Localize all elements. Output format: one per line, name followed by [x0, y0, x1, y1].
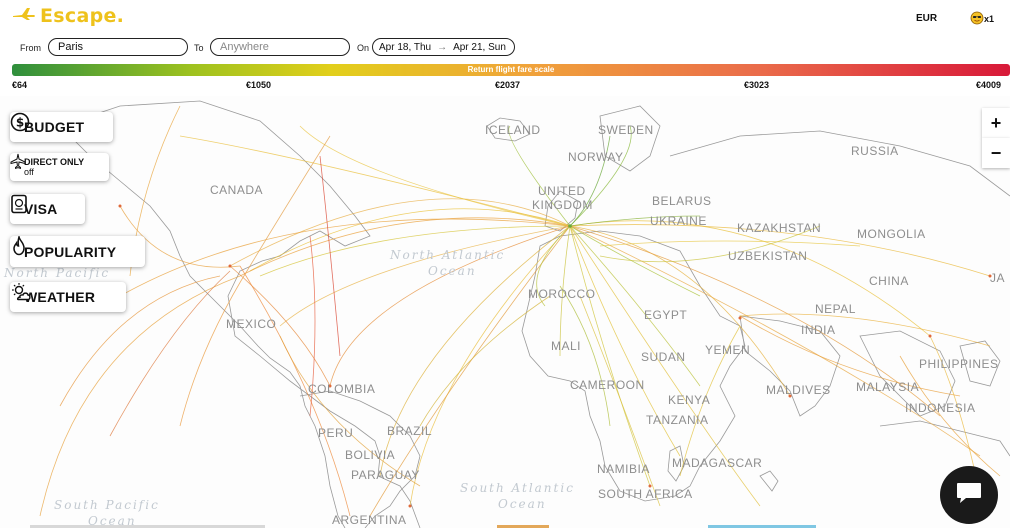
map-label-cameroon: CAMEROON — [570, 378, 645, 392]
map-label-mexico: MEXICO — [226, 317, 277, 331]
direct-only-title: DIRECT ONLY — [24, 157, 85, 167]
map-label-iceland: ICELAND — [485, 123, 541, 137]
map-label-morocco: MOROCCO — [528, 287, 596, 301]
map-label-nepal: NEPAL — [815, 302, 856, 316]
date-start: Apr 18, Thu — [379, 41, 432, 53]
map-label-japan: JA — [990, 271, 1006, 285]
map-label-paraguay: PARAGUAY — [351, 468, 420, 482]
ocean-label-south-pacific: South Pacific — [54, 498, 160, 512]
map-label-ukraine: UKRAINE — [650, 214, 707, 228]
ocean-label-north-atlantic: North Atlantic — [390, 248, 506, 262]
ocean-label-north-pacific: North Pacific — [4, 266, 111, 280]
ocean-label-north-atlantic-ocean: Ocean — [428, 264, 477, 278]
traveller-emoji-icon — [970, 11, 984, 27]
world-map[interactable]: ICELAND SWEDEN NORWAY RUSSIA CANADA UNIT… — [0, 96, 1010, 528]
travellers-selector[interactable]: x1 — [970, 11, 994, 27]
svg-text:$: $ — [16, 116, 24, 130]
map-label-mongolia: MONGOLIA — [857, 227, 926, 241]
chat-bubble-icon — [954, 479, 984, 512]
popularity-label: POPULARITY — [24, 243, 117, 260]
map-label-india: INDIA — [801, 323, 836, 337]
to-label: To — [194, 43, 204, 53]
chat-button[interactable] — [940, 466, 998, 524]
fare-tick: €1050 — [246, 80, 272, 90]
map-label-mali: MALI — [551, 339, 582, 353]
map-label-egypt: EGYPT — [644, 308, 688, 322]
map-label-brazil: BRAZIL — [387, 424, 433, 438]
logo[interactable]: Escape. — [12, 5, 124, 27]
from-label: From — [20, 43, 41, 53]
fare-tick: €64 — [12, 80, 28, 90]
direct-only-toggle[interactable]: DIRECT ONLY off — [10, 153, 109, 181]
map-label-malaysia: MALAYSIA — [856, 380, 920, 394]
map-label-madagascar: MADAGASCAR — [672, 456, 763, 470]
budget-filter-button[interactable]: $ BUDGET — [10, 112, 113, 142]
zoom-in-button[interactable]: + — [982, 108, 1010, 138]
map-canvas — [39, 100, 1010, 528]
weather-filter-button[interactable]: WEATHER — [10, 282, 126, 312]
map-label-south-africa: SOUTH AFRICA — [598, 487, 693, 501]
currency-selector[interactable]: EUR — [916, 13, 937, 24]
fare-scale-bar: Return flight fare scale — [12, 64, 1010, 76]
map-label-kenya: KENYA — [668, 393, 711, 407]
map-label-kazakhstan: KAZAKHSTAN — [737, 221, 822, 235]
map-label-indonesia: INDONESIA — [905, 401, 976, 415]
map-label-colombia: COLOMBIA — [308, 382, 376, 396]
map-label-belarus: BELARUS — [652, 194, 712, 208]
map-label-uzbekistan: UZBEKISTAN — [728, 249, 808, 263]
map-label-argentina: ARGENTINA — [332, 513, 407, 527]
map-label-china: CHINA — [869, 274, 909, 288]
map-label-bolivia: BOLIVIA — [345, 448, 396, 462]
to-field[interactable]: Anywhere — [210, 38, 350, 56]
map-label-philippines: PHILIPPINES — [919, 357, 999, 371]
fare-tick: €3023 — [744, 80, 770, 90]
arrow-right-icon: → — [437, 41, 448, 53]
map-label-united: UNITED — [538, 184, 586, 198]
fare-tick: €2037 — [495, 80, 521, 90]
travellers-count: x1 — [984, 14, 995, 24]
direct-only-label: DIRECT ONLY off — [24, 157, 84, 177]
map-label-norway: NORWAY — [568, 150, 624, 164]
on-label: On — [357, 43, 370, 53]
map-label-sweden: SWEDEN — [598, 123, 654, 137]
budget-label: BUDGET — [24, 119, 85, 135]
from-field[interactable]: Paris — [48, 38, 188, 56]
visa-filter-button[interactable]: VISA — [10, 194, 85, 224]
route-lines — [39, 105, 1001, 517]
map-label-namibia: NAMIBIA — [597, 462, 650, 476]
map-label-tanzania: TANZANIA — [646, 413, 709, 427]
map-label-kingdom: KINGDOM — [532, 198, 593, 212]
plane-logo-icon — [12, 7, 36, 26]
map-label-russia: RUSSIA — [851, 144, 899, 158]
ocean-label-south-atlantic: South Atlantic — [460, 481, 575, 495]
coastlines — [59, 100, 1010, 528]
date-range-field[interactable]: Apr 18, Thu → Apr 21, Sun — [372, 38, 515, 56]
top-bar: Escape. EUR x1 From Paris To Anywhere On… — [0, 0, 1010, 96]
visa-label: VISA — [24, 201, 58, 217]
weather-label: WEATHER — [24, 289, 96, 305]
direct-only-state: off — [24, 167, 34, 177]
map-label-maldives: MALDIVES — [766, 383, 831, 397]
ocean-label-south-atlantic-ocean: Ocean — [498, 497, 547, 511]
map-label-yemen: YEMEN — [705, 343, 751, 357]
date-end: Apr 21, Sun — [453, 41, 506, 53]
map-label-peru: PERU — [318, 426, 354, 440]
route-endpoints — [118, 204, 992, 508]
map-label-canada: CANADA — [210, 183, 264, 197]
map-label-sudan: SUDAN — [641, 350, 686, 364]
zoom-out-button[interactable]: − — [982, 138, 1010, 168]
fare-tick: €4009 — [976, 80, 1002, 90]
popularity-filter-button[interactable]: POPULARITY — [10, 236, 145, 267]
logo-text: Escape. — [40, 5, 125, 27]
